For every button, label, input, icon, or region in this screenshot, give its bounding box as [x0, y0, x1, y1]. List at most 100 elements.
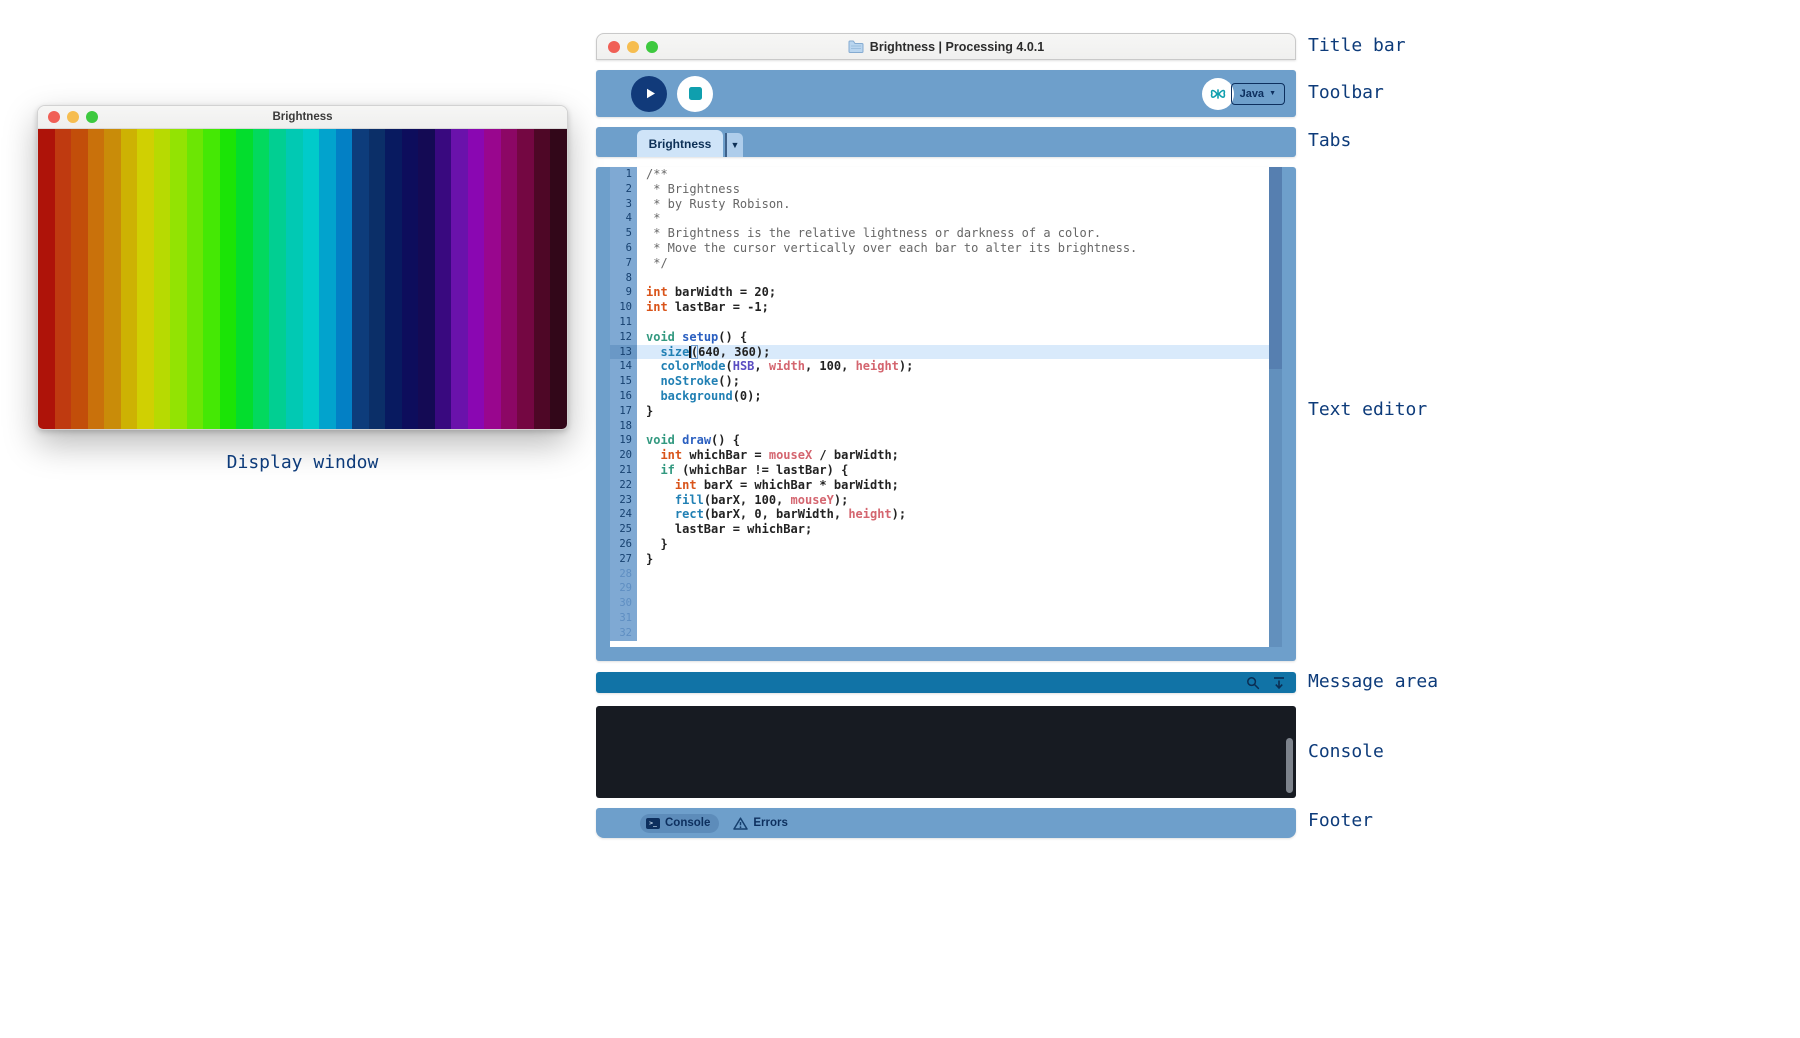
display-window: Brightness	[37, 105, 568, 430]
line-number: 1	[610, 167, 637, 182]
errors-tab[interactable]: Errors	[733, 817, 788, 830]
line-number: 27	[610, 552, 637, 567]
code-line[interactable]: 10int lastBar = -1;	[610, 300, 1269, 315]
code-line[interactable]: 14 colorMode(HSB, width, 100, height);	[610, 359, 1269, 374]
code-line[interactable]: 30	[610, 596, 1269, 611]
code-line[interactable]: 3 * by Rusty Robison.	[610, 197, 1269, 212]
mode-dropdown[interactable]: Java ▼	[1231, 83, 1285, 105]
line-number: 11	[610, 315, 637, 330]
line-number: 30	[610, 596, 637, 611]
color-bar	[435, 129, 452, 429]
color-bar	[121, 129, 138, 429]
line-number: 32	[610, 626, 637, 641]
code-line[interactable]: 25 lastBar = whichBar;	[610, 522, 1269, 537]
annotation-text-editor: Text editor	[1308, 399, 1427, 420]
code-line[interactable]: 11	[610, 315, 1269, 330]
ide-footer: >_ Console Errors	[596, 808, 1296, 838]
code-line[interactable]: 7 */	[610, 256, 1269, 271]
code-line[interactable]: 19void draw() {	[610, 433, 1269, 448]
ide-window-title: Brightness | Processing 4.0.1	[870, 40, 1044, 54]
chevron-down-icon: ▼	[1269, 90, 1276, 97]
code-line[interactable]: 26 }	[610, 537, 1269, 552]
display-canvas[interactable]	[38, 129, 567, 429]
code-line[interactable]: 12void setup() {	[610, 330, 1269, 345]
annotation-title-bar: Title bar	[1308, 35, 1406, 56]
ide-titlebar[interactable]: Brightness | Processing 4.0.1	[596, 33, 1296, 60]
line-number: 31	[610, 611, 637, 626]
tab-label: Brightness	[649, 137, 712, 151]
display-window-titlebar[interactable]: Brightness	[38, 106, 567, 129]
color-bar	[55, 129, 72, 429]
console-scrollbar-thumb[interactable]	[1286, 738, 1293, 793]
tab-menu-button[interactable]: ▼	[725, 133, 743, 157]
editor-scrollbar[interactable]	[1269, 167, 1282, 647]
code-line[interactable]: 4 *	[610, 211, 1269, 226]
code-line[interactable]: 6 * Move the cursor vertically over each…	[610, 241, 1269, 256]
line-number: 28	[610, 567, 637, 582]
line-number: 24	[610, 507, 637, 522]
annotation-message-area: Message area	[1308, 671, 1438, 692]
line-number: 29	[610, 581, 637, 596]
run-button[interactable]	[631, 76, 667, 112]
code-line[interactable]: 2 * Brightness	[610, 182, 1269, 197]
color-bar	[269, 129, 286, 429]
code-line[interactable]: 32	[610, 626, 1269, 641]
code-line[interactable]: 15 noStroke();	[610, 374, 1269, 389]
color-bar	[517, 129, 534, 429]
color-bar	[336, 129, 353, 429]
code-line[interactable]: 27}	[610, 552, 1269, 567]
color-bar	[418, 129, 435, 429]
line-number: 13	[610, 345, 637, 360]
code-line[interactable]: 23 fill(barX, 100, mouseY);	[610, 493, 1269, 508]
line-number: 15	[610, 374, 637, 389]
line-number: 17	[610, 404, 637, 419]
scroll-to-bottom-icon[interactable]	[1272, 676, 1286, 690]
butterfly-debug-icon	[1209, 85, 1227, 103]
code-lines[interactable]: 1/**2 * Brightness3 * by Rusty Robison.4…	[610, 167, 1269, 647]
debug-button[interactable]	[1202, 78, 1234, 110]
annotation-toolbar: Toolbar	[1308, 82, 1384, 103]
code-line[interactable]: 21 if (whichBar != lastBar) {	[610, 463, 1269, 478]
console-tab[interactable]: >_ Console	[640, 814, 719, 833]
color-bar	[385, 129, 402, 429]
editor-scrollbar-thumb[interactable]	[1269, 167, 1282, 369]
code-line[interactable]: 16 background(0);	[610, 389, 1269, 404]
code-line[interactable]: 24 rect(barX, 0, barWidth, height);	[610, 507, 1269, 522]
code-line[interactable]: 1/**	[610, 167, 1269, 182]
color-bar	[253, 129, 270, 429]
code-line[interactable]: 9int barWidth = 20;	[610, 285, 1269, 300]
line-number: 26	[610, 537, 637, 552]
console-output[interactable]	[596, 706, 1296, 798]
text-editor: 1/**2 * Brightness3 * by Rusty Robison.4…	[596, 167, 1296, 661]
code-line[interactable]: 13 size(640, 360);	[610, 345, 1269, 360]
color-bar	[468, 129, 485, 429]
warning-icon	[733, 817, 748, 830]
line-number: 14	[610, 359, 637, 374]
line-number: 22	[610, 478, 637, 493]
console-tab-label: Console	[665, 817, 710, 829]
line-number: 20	[610, 448, 637, 463]
tab-brightness[interactable]: Brightness	[637, 130, 723, 157]
code-line[interactable]: 31	[610, 611, 1269, 626]
color-bar	[38, 129, 55, 429]
code-line[interactable]: 28	[610, 567, 1269, 582]
line-number: 21	[610, 463, 637, 478]
code-line[interactable]: 29	[610, 581, 1269, 596]
line-number: 5	[610, 226, 637, 241]
stop-button[interactable]	[677, 76, 713, 112]
code-line[interactable]: 22 int barX = whichBar * barWidth;	[610, 478, 1269, 493]
color-bar	[137, 129, 154, 429]
search-icon[interactable]	[1246, 676, 1260, 690]
code-line[interactable]: 17}	[610, 404, 1269, 419]
line-number: 7	[610, 256, 637, 271]
line-number: 25	[610, 522, 637, 537]
code-line[interactable]: 20 int whichBar = mouseX / barWidth;	[610, 448, 1269, 463]
line-number: 19	[610, 433, 637, 448]
color-bar	[88, 129, 105, 429]
annotation-tabs: Tabs	[1308, 130, 1351, 151]
ide-toolbar: Java ▼	[596, 70, 1296, 117]
code-line[interactable]: 8	[610, 271, 1269, 286]
line-number: 23	[610, 493, 637, 508]
code-line[interactable]: 5 * Brightness is the relative lightness…	[610, 226, 1269, 241]
code-line[interactable]: 18	[610, 419, 1269, 434]
